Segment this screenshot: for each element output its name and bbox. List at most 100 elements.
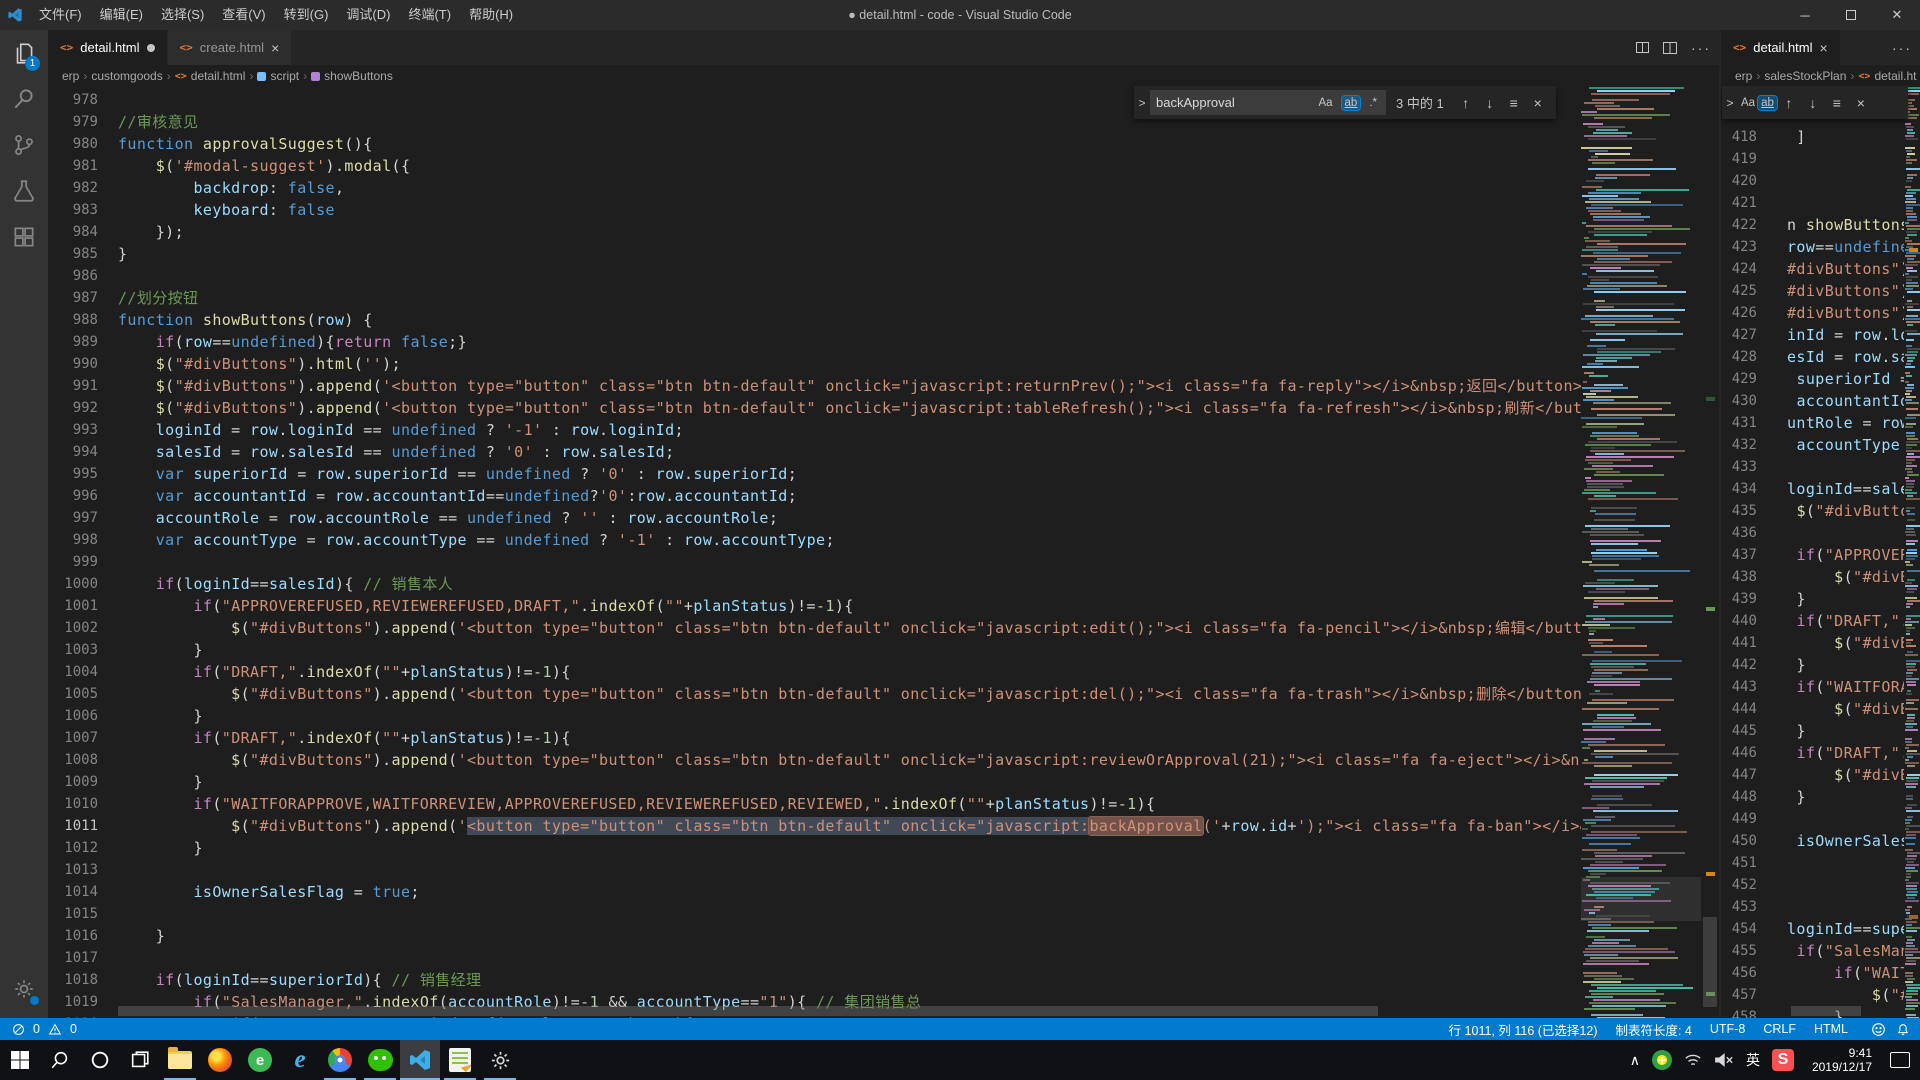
code-line[interactable]: 435 $("#divButton	[1721, 500, 1904, 522]
status-item[interactable]: CRLF	[1754, 1022, 1805, 1036]
code-line[interactable]: 1013	[48, 859, 1581, 881]
internet-explorer-icon[interactable]: e	[280, 1040, 320, 1080]
close-button[interactable]: ✕	[1874, 0, 1920, 30]
code-line[interactable]: 1018 if(loginId==superiorId){ // 销售经理	[48, 969, 1581, 991]
explorer-icon[interactable]: 1	[0, 30, 48, 76]
menu-item[interactable]: 终端(T)	[399, 0, 460, 30]
browser-360-icon[interactable]: e	[240, 1040, 280, 1080]
extensions-icon[interactable]	[0, 214, 48, 260]
code-line[interactable]: 985}	[48, 243, 1581, 265]
tray-antivirus-icon[interactable]: +	[1652, 1050, 1672, 1070]
start-button[interactable]	[0, 1040, 40, 1080]
code-line[interactable]: 456 if("WAITF	[1721, 962, 1904, 984]
code-line[interactable]: 1006 }	[48, 705, 1581, 727]
code-editor[interactable]: 978979//审核意见980function approvalSuggest(…	[48, 87, 1581, 1018]
code-line[interactable]: 431untRole = row	[1721, 412, 1904, 434]
find-previous-icon[interactable]: ↑	[1454, 95, 1478, 111]
code-line[interactable]: 433	[1721, 456, 1904, 478]
problems-status[interactable]: 0 0	[0, 1022, 77, 1036]
code-line[interactable]: 439 }	[1721, 588, 1904, 610]
code-line[interactable]: 1004 if("DRAFT,".indexOf(""+planStatus)!…	[48, 661, 1581, 683]
code-line[interactable]: 440 if("DRAFT,".i	[1721, 610, 1904, 632]
code-line[interactable]: 441 $("#divBu	[1721, 632, 1904, 654]
file-explorer-icon[interactable]	[160, 1040, 200, 1080]
code-line[interactable]: 997 accountRole = row.accountRole == und…	[48, 507, 1581, 529]
code-line[interactable]: 425#divButtons").	[1721, 280, 1904, 302]
tab-close-icon[interactable]: ×	[1820, 40, 1828, 56]
find-previous-icon[interactable]: ↑	[1777, 95, 1801, 111]
task-view-icon[interactable]	[120, 1040, 160, 1080]
code-line[interactable]: 419	[1721, 148, 1904, 170]
code-line[interactable]: 422n showButtons(	[1721, 214, 1904, 236]
whole-word-icon[interactable]: ab	[1758, 96, 1777, 110]
code-line[interactable]: 427inId = row.log	[1721, 324, 1904, 346]
code-line[interactable]: 443 if("WAITFORAP	[1721, 676, 1904, 698]
find-in-selection-icon[interactable]: ≡	[1502, 95, 1526, 111]
code-line[interactable]: 1000 if(loginId==salesId){ // 销售本人	[48, 573, 1581, 595]
minimize-button[interactable]: ─	[1782, 0, 1828, 30]
code-line[interactable]: 450 isOwnerSalesF	[1721, 830, 1904, 852]
code-line[interactable]: 426#divButtons").	[1721, 302, 1904, 324]
code-line[interactable]: 447 $("#divBu	[1721, 764, 1904, 786]
code-line[interactable]: 1011 $("#divButtons").append('<button ty…	[48, 815, 1581, 837]
code-line[interactable]: 455 if("SalesMana	[1721, 940, 1904, 962]
menu-item[interactable]: 转到(G)	[275, 0, 338, 30]
code-line[interactable]: 1017	[48, 947, 1581, 969]
tab-close-icon[interactable]: ×	[271, 40, 279, 56]
code-line[interactable]: 1008 $("#divButtons").append('<button ty…	[48, 749, 1581, 771]
code-line[interactable]: 428esId = row.sal	[1721, 346, 1904, 368]
code-line[interactable]: 446 if("DRAFT,".i	[1721, 742, 1904, 764]
tab-detail.html[interactable]: <>detail.html	[48, 30, 168, 65]
code-line[interactable]: 1012 }	[48, 837, 1581, 859]
breadcrumb-item[interactable]: salesStockPlan	[1764, 69, 1846, 83]
breadcrumb-item[interactable]: detail.ht	[1874, 69, 1916, 83]
split-editor-icon[interactable]	[1636, 42, 1649, 53]
code-line[interactable]: 421	[1721, 192, 1904, 214]
maximize-button[interactable]	[1828, 0, 1874, 30]
code-line[interactable]: 448 }	[1721, 786, 1904, 808]
code-line[interactable]: 453	[1721, 896, 1904, 918]
find-query[interactable]: backApproval	[1156, 95, 1309, 110]
menu-item[interactable]: 编辑(E)	[91, 0, 152, 30]
code-line[interactable]: 1005 $("#divButtons").append('<button ty…	[48, 683, 1581, 705]
find-toggle-replace-icon[interactable]: >	[1722, 96, 1738, 110]
code-line[interactable]: 438 $("#divBu	[1721, 566, 1904, 588]
code-line[interactable]: 988function showButtons(row) {	[48, 309, 1581, 331]
scrollbar-thumb[interactable]	[1703, 917, 1717, 1007]
code-line[interactable]: 452	[1721, 874, 1904, 896]
find-in-selection-icon[interactable]: ≡	[1825, 95, 1849, 111]
settings-app-icon[interactable]	[480, 1040, 520, 1080]
debug-icon[interactable]	[0, 168, 48, 214]
regex-icon[interactable]: .*	[1366, 96, 1380, 110]
code-line[interactable]: 996 var accountantId = row.accountantId=…	[48, 485, 1581, 507]
modified-dot-icon[interactable]	[147, 44, 155, 52]
code-line[interactable]: 442 }	[1721, 654, 1904, 676]
vscode-taskbar-icon[interactable]	[400, 1040, 440, 1080]
code-line[interactable]: 999	[48, 551, 1581, 573]
tray-chevron-icon[interactable]: ∧	[1630, 1052, 1640, 1069]
minimap[interactable]	[1905, 87, 1920, 1018]
code-line[interactable]: 1007 if("DRAFT,".indexOf(""+planStatus)!…	[48, 727, 1581, 749]
minimap[interactable]	[1581, 87, 1701, 1018]
code-line[interactable]: 434loginId==sales	[1721, 478, 1904, 500]
code-line[interactable]: 1003 }	[48, 639, 1581, 661]
horizontal-scrollbar[interactable]	[1761, 1006, 1900, 1016]
status-item[interactable]: UTF-8	[1701, 1022, 1754, 1036]
breadcrumb-item[interactable]: showButtons	[324, 69, 393, 83]
breadcrumb-item[interactable]: script	[270, 69, 299, 83]
code-line[interactable]: 445 }	[1721, 720, 1904, 742]
settings-gear-icon[interactable]	[0, 966, 48, 1012]
find-input[interactable]: backApproval Aa ab .*	[1150, 90, 1386, 115]
status-item[interactable]: 行 1011, 列 116 (已选择12)	[1440, 1020, 1607, 1039]
source-control-icon[interactable]	[0, 122, 48, 168]
code-line[interactable]: 1010 if("WAITFORAPPROVE,WAITFORREVIEW,AP…	[48, 793, 1581, 815]
status-item[interactable]: 制表符长度: 4	[1606, 1020, 1700, 1039]
code-line[interactable]: 992 $("#divButtons").append('<button typ…	[48, 397, 1581, 419]
menu-item[interactable]: 文件(F)	[30, 0, 91, 30]
code-line[interactable]: 430 accountantId	[1721, 390, 1904, 412]
feedback-smiley-icon[interactable]	[1867, 1022, 1892, 1037]
chrome-icon[interactable]	[320, 1040, 360, 1080]
status-item[interactable]: HTML	[1805, 1022, 1857, 1036]
match-case-icon[interactable]: Aa	[1315, 96, 1335, 110]
menu-item[interactable]: 帮助(H)	[460, 0, 522, 30]
